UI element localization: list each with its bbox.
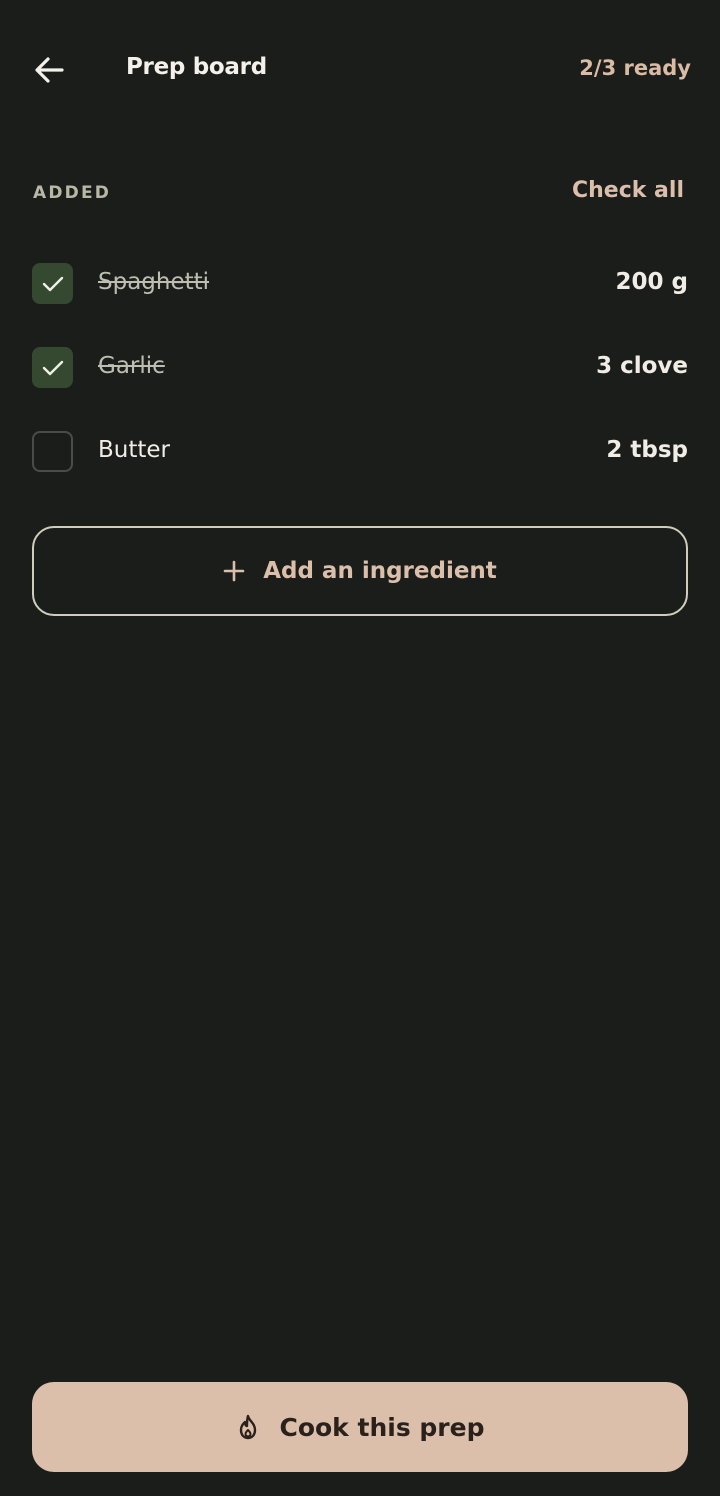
flame-icon [240, 1414, 257, 1440]
ingredient-list: Spaghetti 200 g Garlic 3 clove Butter 2 … [0, 242, 720, 494]
section-label: ADDED [33, 183, 112, 203]
ingredient-name: Garlic [98, 353, 165, 379]
ingredient-row[interactable]: Garlic 3 clove [0, 326, 720, 410]
ingredient-checkbox[interactable] [32, 431, 73, 472]
checkmark-icon [42, 360, 63, 375]
add-ingredient-button[interactable]: Add an ingredient [32, 526, 688, 616]
ready-status: 2/3 ready [579, 56, 691, 80]
ingredient-name: Butter [98, 437, 170, 463]
cook-button[interactable]: Cook this prep [32, 1382, 688, 1472]
ingredient-quantity: 2 tbsp [606, 437, 688, 463]
ingredient-quantity: 200 g [615, 269, 688, 295]
ingredient-row[interactable]: Butter 2 tbsp [0, 410, 720, 494]
ingredient-row[interactable]: Spaghetti 200 g [0, 242, 720, 326]
page-title: Prep board [126, 54, 267, 80]
add-ingredient-label: Add an ingredient [263, 558, 497, 584]
plus-icon [223, 560, 245, 582]
ingredient-checkbox[interactable] [32, 263, 73, 304]
ingredient-quantity: 3 clove [596, 353, 688, 379]
ingredient-name: Spaghetti [98, 269, 210, 295]
arrow-left-icon [35, 57, 64, 83]
app-header: Prep board 2/3 ready [0, 0, 720, 140]
checkmark-icon [42, 276, 63, 291]
check-all-button[interactable]: Check all [572, 178, 684, 203]
cook-button-label: Cook this prep [279, 1412, 485, 1442]
back-button[interactable] [28, 50, 70, 90]
ingredient-checkbox[interactable] [32, 347, 73, 388]
